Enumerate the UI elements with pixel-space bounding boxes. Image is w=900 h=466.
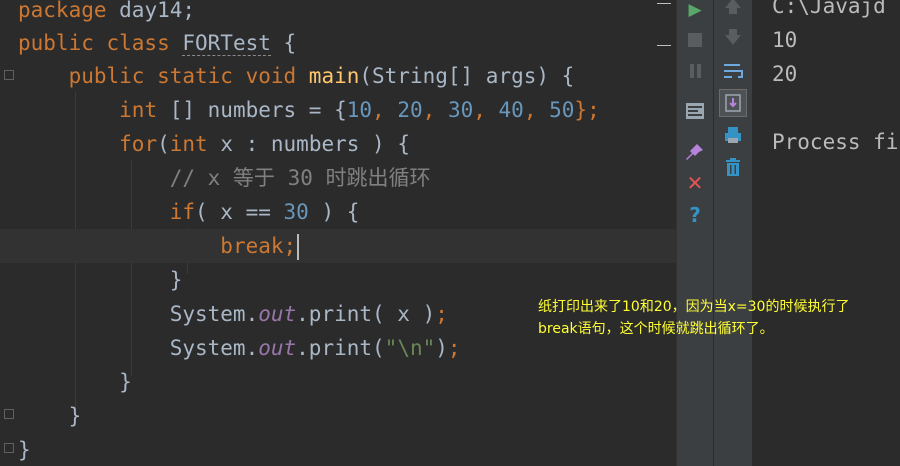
console-line: 20: [772, 62, 798, 86]
code-token: 10: [346, 98, 373, 122]
code-line[interactable]: int [] numbers = {10, 20, 30, 40, 50};: [0, 93, 676, 127]
code-line[interactable]: }: [0, 433, 676, 466]
code-line[interactable]: public class FORTest {: [0, 26, 676, 60]
code-token: .print( x ): [296, 302, 436, 326]
console-output[interactable]: C:\Javajd 10 20 Process fi: [752, 0, 900, 466]
run-toolbar: ▶ ✕ ?: [676, 0, 713, 466]
code-token: // x 等于 30 时跳出循环: [169, 166, 431, 190]
code-token: out: [258, 302, 297, 326]
scroll-to-end-icon[interactable]: [719, 89, 747, 117]
code-line[interactable]: }: [0, 399, 676, 433]
code-token: int: [169, 132, 221, 156]
code-token: for: [119, 132, 158, 156]
print-icon[interactable]: [720, 122, 746, 148]
error-stripe-mark[interactable]: [657, 3, 671, 4]
code-token: [] numbers = {: [169, 98, 347, 122]
code-token: System.: [18, 336, 259, 360]
arrow-up-icon[interactable]: 🡅: [720, 0, 746, 21]
code-line[interactable]: public static void main(String[] args) {: [0, 59, 676, 93]
code-token: "\n": [384, 336, 436, 360]
code-token: public class: [18, 31, 183, 55]
code-token: ,: [372, 98, 398, 122]
run-icon[interactable]: ▶: [682, 0, 708, 23]
stop-icon[interactable]: [682, 27, 708, 53]
pause-icon[interactable]: [682, 58, 708, 84]
code-token: 30: [283, 200, 309, 224]
code-token: public static void: [68, 64, 309, 88]
code-token: ,: [473, 98, 499, 122]
code-token: System.: [18, 302, 259, 326]
code-token: }: [18, 268, 183, 292]
close-icon[interactable]: ✕: [682, 170, 708, 196]
trash-icon[interactable]: [720, 154, 746, 180]
text-caret: [297, 234, 300, 260]
code-token: int: [119, 98, 170, 122]
dump-threads-icon[interactable]: [682, 98, 708, 124]
code-token: (: [157, 132, 170, 156]
code-token: }: [18, 404, 82, 428]
code-token: x : numbers ) {: [220, 132, 410, 156]
code-token: package: [18, 0, 120, 22]
code-line[interactable]: for(int x : numbers ) {: [0, 127, 676, 161]
code-token: ;: [447, 336, 461, 360]
fold-marker[interactable]: [4, 443, 14, 453]
fold-marker[interactable]: [4, 409, 14, 419]
code-token: FORTest: [182, 31, 271, 56]
code-token: ): [435, 336, 448, 360]
code-token: ( x ==: [195, 200, 284, 224]
code-line[interactable]: if( x == 30 ) {: [0, 195, 676, 229]
code-line[interactable]: // x 等于 30 时跳出循环: [0, 161, 676, 195]
console-line: Process fi: [772, 130, 899, 154]
code-line[interactable]: }: [0, 263, 676, 297]
code-token: ,: [422, 98, 448, 122]
help-icon[interactable]: ?: [682, 202, 708, 228]
console-line: 10: [772, 28, 798, 52]
code-token: ) {: [308, 200, 360, 224]
console-toolbar: 🡅 🡇: [713, 0, 753, 466]
code-line[interactable]: break;: [0, 229, 676, 263]
pin-icon[interactable]: [682, 139, 708, 165]
soft-wrap-icon[interactable]: [720, 58, 746, 84]
code-token: 30: [447, 98, 474, 122]
arrow-down-icon[interactable]: 🡇: [720, 26, 746, 52]
code-token: 20: [397, 98, 423, 122]
code-token: day14;: [119, 0, 196, 22]
error-stripe-mark[interactable]: [657, 45, 671, 46]
code-token: ,: [523, 98, 550, 122]
fold-marker[interactable]: [4, 70, 14, 80]
code-token: }: [18, 438, 31, 462]
code-token: .print(: [296, 336, 385, 360]
code-line[interactable]: }: [0, 365, 676, 399]
code-token: break;: [220, 234, 297, 258]
code-token: ;: [435, 302, 448, 326]
code-line[interactable]: package day14;: [0, 0, 676, 27]
code-token: if: [169, 200, 196, 224]
code-token: (String[] args) {: [359, 64, 575, 88]
console-line: C:\Javajd: [772, 0, 886, 18]
code-token: main: [308, 64, 360, 88]
code-token: {: [270, 31, 297, 55]
code-token: };: [574, 98, 600, 122]
code-token: 40: [498, 98, 524, 122]
code-editor[interactable]: package day14; public class FORTest { pub…: [0, 0, 676, 466]
code-token: }: [18, 370, 132, 394]
code-token: 50: [549, 98, 575, 122]
annotation-text: 纸打印出来了10和20，因为当x=30的时候执行了break语句，这个时候就跳出…: [538, 299, 850, 337]
code-token: out: [258, 336, 297, 360]
